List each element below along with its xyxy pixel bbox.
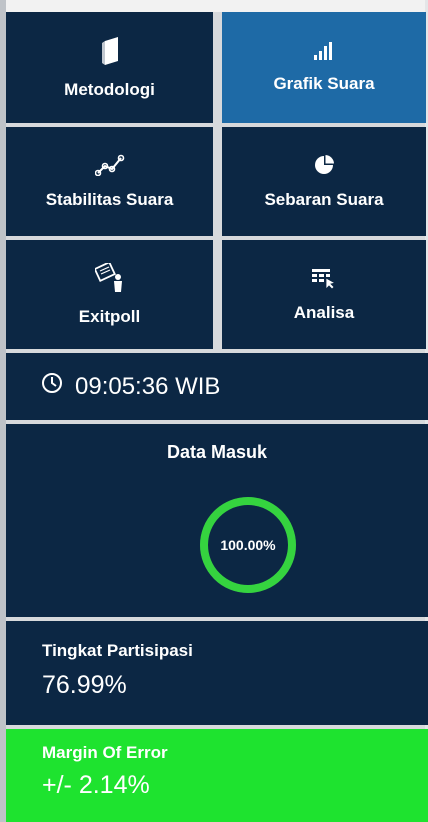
menu-label: Sebaran Suara	[264, 189, 384, 209]
top-strip	[0, 0, 428, 12]
menu-label: Grafik Suara	[273, 73, 375, 93]
menu-tile-exitpoll[interactable]: Exitpoll	[6, 240, 213, 349]
menu-label: Exitpoll	[78, 306, 141, 326]
menu-tile-metodologi[interactable]: Metodologi	[6, 12, 213, 123]
menu-label: Analisa	[293, 302, 355, 322]
progress-percent: 100.00%	[220, 537, 276, 553]
line-graph-icon	[94, 154, 125, 176]
menu-tile-stabilitas-suara[interactable]: Stabilitas Suara	[6, 127, 213, 236]
menu-tile-sebaran-suara[interactable]: Sebaran Suara	[222, 127, 426, 236]
partisipasi-value: 76.99%	[42, 671, 127, 699]
clock-time: 09:05:36 WIB	[75, 372, 221, 400]
partisipasi-panel: Tingkat Partisipasi 76.99%	[6, 621, 428, 725]
margin-error-value: +/- 2.14%	[42, 771, 150, 799]
menu-label: Metodologi	[64, 79, 155, 99]
data-masuk-panel: Data Masuk 100.00%	[6, 424, 428, 617]
data-masuk-title: Data Masuk	[166, 442, 268, 462]
margin-error-label: Margin Of Error	[42, 743, 168, 762]
progress-donut: 100.00%	[191, 488, 305, 602]
clock-icon	[41, 372, 75, 401]
book-icon	[101, 36, 119, 66]
menu-tile-analisa[interactable]: Analisa	[222, 240, 426, 349]
table-cursor-icon	[311, 267, 337, 289]
margin-error-panel: Margin Of Error +/- 2.14%	[6, 729, 428, 822]
menu-label: Stabilitas Suara	[45, 189, 174, 209]
partisipasi-label: Tingkat Partisipasi	[42, 641, 193, 660]
pie-chart-icon	[313, 154, 335, 176]
clock-panel: 09:05:36 WIB	[6, 353, 428, 420]
bar-chart-icon	[314, 41, 334, 60]
menu-tile-grafik-suara[interactable]: Grafik Suara	[222, 12, 426, 123]
presenter-icon	[94, 262, 125, 293]
